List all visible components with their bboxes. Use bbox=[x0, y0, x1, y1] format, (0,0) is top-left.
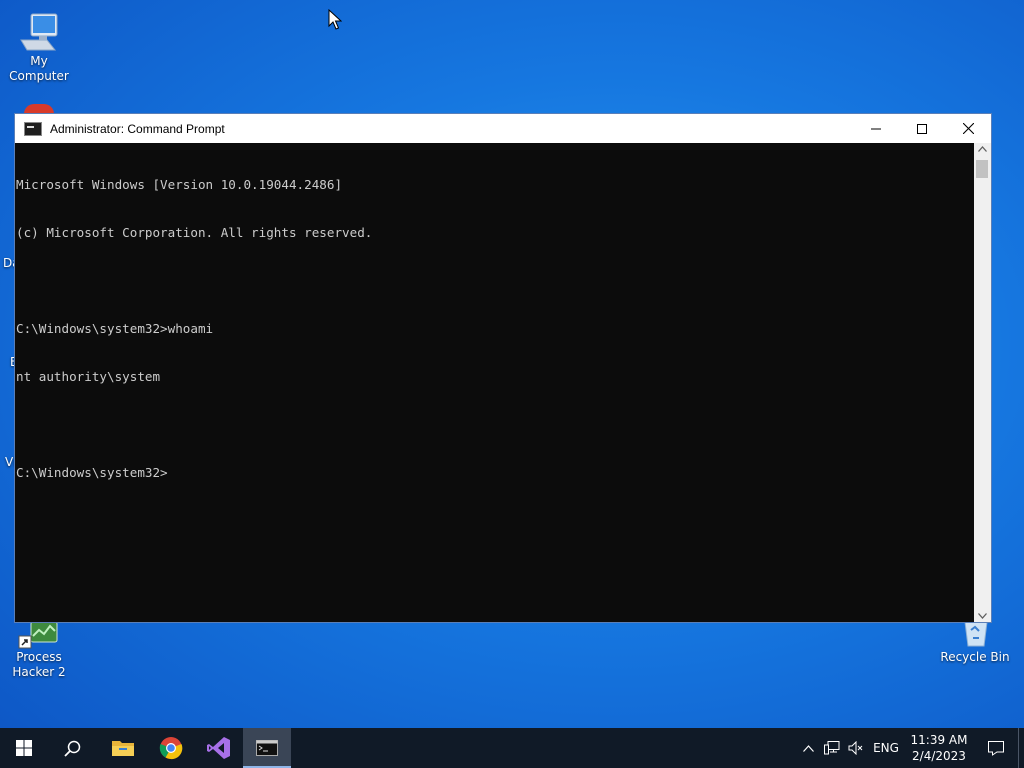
taskbar: ENG 11:39 AM 2/4/2023 bbox=[0, 728, 1024, 768]
input-language-indicator[interactable]: ENG bbox=[868, 728, 904, 768]
command-prompt-taskbar-button[interactable] bbox=[243, 728, 291, 768]
desktop-icon-process-hacker[interactable]: Process Hacker 2 bbox=[0, 622, 78, 680]
console-line: nt authority\system bbox=[16, 369, 161, 384]
computer-icon bbox=[20, 13, 58, 51]
minimize-button[interactable] bbox=[853, 114, 899, 143]
command-prompt-window[interactable]: Administrator: Command Prompt Microsoft … bbox=[14, 113, 992, 623]
visual-studio-icon bbox=[207, 737, 230, 759]
clock[interactable]: 11:39 AM 2/4/2023 bbox=[904, 728, 974, 768]
search-button[interactable] bbox=[48, 728, 96, 768]
chrome-button[interactable] bbox=[147, 728, 195, 768]
chevron-up-icon bbox=[802, 744, 814, 752]
network-button[interactable] bbox=[820, 728, 844, 768]
system-tray: ENG 11:39 AM 2/4/2023 bbox=[796, 728, 1024, 768]
clock-date: 2/4/2023 bbox=[912, 749, 966, 763]
show-desktop-button[interactable] bbox=[1018, 728, 1024, 768]
console-line: C:\Windows\system32>whoami bbox=[16, 321, 214, 336]
recycle-bin-icon bbox=[964, 622, 988, 647]
my-computer-label: My Computer bbox=[9, 54, 69, 83]
process-hacker-label-1: Process bbox=[16, 650, 62, 664]
process-hacker-label-2: Hacker 2 bbox=[12, 665, 66, 679]
start-icon bbox=[16, 740, 32, 756]
volume-button[interactable] bbox=[844, 728, 868, 768]
notification-icon bbox=[988, 741, 1004, 756]
network-icon bbox=[824, 741, 840, 755]
file-explorer-button[interactable] bbox=[99, 728, 147, 768]
chrome-icon bbox=[159, 737, 183, 760]
action-center-button[interactable] bbox=[974, 728, 1018, 768]
console-prompt-line: C:\Windows\system32> bbox=[16, 465, 168, 480]
console-output[interactable]: Microsoft Windows [Version 10.0.19044.24… bbox=[15, 143, 975, 622]
process-hacker-icon bbox=[18, 622, 58, 649]
window-title: Administrator: Command Prompt bbox=[50, 121, 225, 136]
maximize-button[interactable] bbox=[899, 114, 945, 143]
maximize-icon bbox=[917, 123, 927, 134]
start-button[interactable] bbox=[0, 728, 48, 768]
console-line: Microsoft Windows [Version 10.0.19044.24… bbox=[16, 177, 343, 192]
desktop-icon-recycle-bin[interactable]: Recycle Bin bbox=[936, 622, 1014, 665]
show-hidden-icons-button[interactable] bbox=[796, 728, 820, 768]
window-titlebar[interactable]: Administrator: Command Prompt bbox=[15, 114, 991, 143]
visual-studio-button[interactable] bbox=[195, 728, 243, 768]
desktop-icon-my-computer[interactable]: My Computer bbox=[0, 10, 78, 84]
command-prompt-icon bbox=[256, 740, 278, 756]
command-prompt-icon bbox=[24, 121, 42, 136]
console-line: (c) Microsoft Corporation. All rights re… bbox=[16, 225, 373, 240]
vertical-scrollbar[interactable] bbox=[974, 143, 991, 622]
volume-muted-icon bbox=[848, 741, 863, 755]
scroll-up-icon[interactable] bbox=[978, 146, 987, 152]
minimize-icon bbox=[871, 128, 881, 129]
scrollbar-thumb[interactable] bbox=[976, 160, 988, 178]
mouse-cursor-icon bbox=[328, 9, 342, 30]
close-icon bbox=[962, 123, 974, 134]
file-explorer-icon bbox=[112, 741, 134, 756]
scroll-down-icon[interactable] bbox=[978, 613, 987, 619]
close-button[interactable] bbox=[945, 114, 991, 143]
recycle-bin-label: Recycle Bin bbox=[940, 650, 1010, 664]
clock-time: 11:39 AM bbox=[910, 733, 968, 747]
search-icon bbox=[63, 740, 80, 757]
